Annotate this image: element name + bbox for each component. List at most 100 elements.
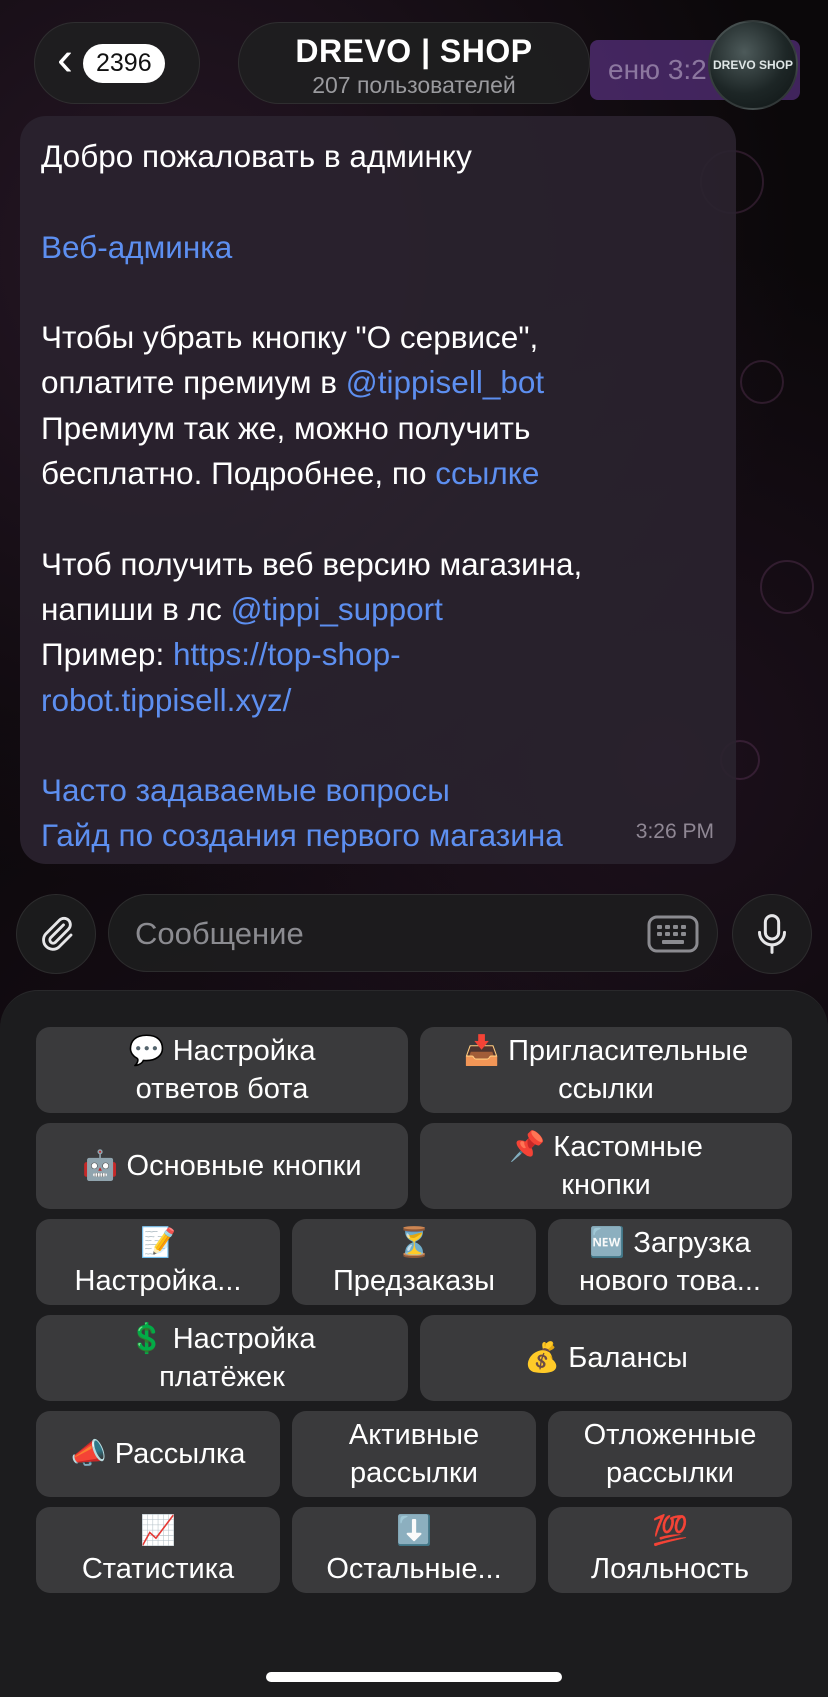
attach-button[interactable]: [16, 894, 96, 974]
kb-other-button[interactable]: ⬇️ Остальные...: [292, 1507, 536, 1593]
message-line: [41, 723, 716, 768]
keyboard-button-label: 🆕 Загрузка нового това...: [579, 1224, 761, 1300]
message-link[interactable]: @tippi_support: [231, 591, 443, 627]
keyboard-button-label: 🤖 Основные кнопки: [82, 1147, 361, 1185]
keyboard-button-text: Предзаказы: [332, 1265, 496, 1297]
message-link[interactable]: Гайд по создания первого магазина: [41, 817, 563, 853]
keyboard-row: 🤖 Основные кнопки 📌 Кастомные кнопки: [36, 1123, 792, 1209]
keyboard-button-label: 📣 Рассылка: [71, 1435, 246, 1473]
keyboard-row: 📣 Рассылка Активные рассылки Отложенные расс…: [36, 1411, 792, 1497]
kb-balances-button[interactable]: 💰 Балансы: [420, 1315, 792, 1401]
message-text-segment: оплатите премиум в: [41, 364, 346, 401]
message-bubble: Добро пожаловать в админку Веб-админка Что…: [20, 116, 736, 864]
home-indicator[interactable]: [266, 1672, 562, 1682]
keyboard-row: 📝 Настройка... ⏳ Предзаказы 🆕 Загрузка нового…: [36, 1219, 792, 1305]
chat-avatar[interactable]: DREVO SHOP: [708, 20, 798, 110]
message-text-segment: Добро пожаловать в админку: [41, 138, 472, 174]
kb-active-mailings-button[interactable]: Активные рассылки: [292, 1411, 536, 1497]
message-text-segment: Чтоб получить веб версию магазина,: [41, 545, 583, 582]
keyboard-row: 💬 Настройка ответов бота 📥 Пригласительные…: [36, 1027, 792, 1113]
keyboard-row: 📈 Статистика ⬇️ Остальные... 💯 Лояльность: [36, 1507, 792, 1593]
keyboard-button-text: 📣 Рассылка: [70, 1438, 246, 1470]
keyboard-button-text: 💲 Настройка: [128, 1323, 316, 1355]
unread-count-badge: 2396: [82, 43, 165, 83]
microphone-icon: [758, 914, 786, 954]
message-line: Пример: https://top-shop-: [41, 632, 716, 677]
kb-main-buttons-button[interactable]: 🤖 Основные кнопки: [36, 1123, 408, 1209]
kb-loyalty-button[interactable]: 💯 Лояльность: [548, 1507, 792, 1593]
kb-statistics-button[interactable]: 📈 Статистика: [36, 1507, 280, 1593]
kb-settings-button[interactable]: 📝 Настройка...: [36, 1219, 280, 1305]
message-link[interactable]: Часто задаваемые вопросы: [41, 772, 450, 808]
message-link[interactable]: @tippisell_bot: [346, 364, 544, 400]
message-line: Чтобы убрать кнопку "О сервисе",: [41, 315, 716, 360]
message-link[interactable]: https://top-shop-: [173, 636, 401, 672]
keyboard-row: 💲 Настройка платёжек 💰 Балансы: [36, 1315, 792, 1401]
keyboard-button-text: Отложенные: [583, 1419, 757, 1451]
keyboard-button-label: 💬 Настройка ответов бота: [129, 1032, 316, 1108]
keyboard-button-text: кнопки: [561, 1169, 651, 1201]
kb-upload-product-button[interactable]: 🆕 Загрузка нового това...: [548, 1219, 792, 1305]
message-line: [41, 270, 716, 315]
message-text-segment: Премиум так же, можно получить: [41, 409, 531, 446]
message-link[interactable]: robot.tippisell.xyz/: [41, 682, 291, 718]
keyboard-button-label: 📝 Настройка...: [75, 1224, 242, 1300]
message-line: Премиум так же, можно получить: [41, 406, 716, 451]
message-input[interactable]: [133, 895, 617, 973]
keyboard-button-text: 💰 Балансы: [524, 1342, 688, 1374]
keyboard-button-text: ⬇️: [395, 1515, 433, 1547]
wallpaper-doodle: [760, 560, 814, 614]
message-text: Добро пожаловать в админку Веб-админка Что…: [41, 134, 716, 859]
keyboard-button-text: рассылки: [606, 1457, 734, 1489]
message-line: Чтоб получить веб версию магазина,: [41, 542, 716, 587]
message-line: напиши в лс @tippi_support: [41, 587, 716, 632]
keyboard-button-text: рассылки: [350, 1457, 478, 1489]
message-text-segment: Чтобы убрать кнопку "О сервисе",: [41, 319, 539, 356]
kb-mailing-button[interactable]: 📣 Рассылка: [36, 1411, 280, 1497]
kb-scheduled-mailings-button[interactable]: Отложенные рассылки: [548, 1411, 792, 1497]
keyboard-button-label: Отложенные рассылки: [584, 1416, 757, 1492]
back-button[interactable]: ‹ 2396: [34, 22, 200, 104]
message-text-segment: напиши в лс: [41, 590, 231, 627]
chevron-left-icon: ‹: [57, 33, 73, 86]
kb-invite-links-button[interactable]: 📥 Пригласительные ссылки: [420, 1027, 792, 1113]
keyboard-button-text: 📌 Кастомные: [509, 1131, 703, 1163]
bot-reply-keyboard: 💬 Настройка ответов бота 📥 Пригласительные…: [0, 990, 828, 1697]
keyboard-button-text: 💯: [651, 1515, 689, 1547]
avatar-logo-text: DREVO SHOP: [712, 58, 793, 72]
keyboard-button-text: 📝: [139, 1227, 177, 1259]
message-line: [41, 179, 716, 224]
keyboard-button-text: 🤖 Основные кнопки: [82, 1150, 362, 1182]
message-line: robot.tippisell.xyz/: [41, 678, 716, 723]
chat-title: DREVO | SHOP: [295, 33, 533, 69]
kb-custom-buttons-button[interactable]: 📌 Кастомные кнопки: [420, 1123, 792, 1209]
message-input-container: [108, 894, 718, 973]
keyboard-button-text: Активные: [348, 1419, 480, 1451]
message-link[interactable]: ссылке: [435, 455, 539, 491]
kb-preorders-button[interactable]: ⏳ Предзаказы: [292, 1219, 536, 1305]
keyboard-button-text: 📈: [139, 1515, 177, 1547]
voice-record-button[interactable]: [732, 894, 812, 974]
kb-payments-settings-button[interactable]: 💲 Настройка платёжек: [36, 1315, 408, 1401]
message-line: бесплатно. Подробнее, по ссылке: [41, 451, 716, 496]
message-text-segment: бесплатно. Подробнее, по: [41, 455, 436, 492]
keyboard-button-label: 💯 Лояльность: [591, 1512, 749, 1588]
kb-bot-replies-settings-button[interactable]: 💬 Настройка ответов бота: [36, 1027, 408, 1113]
keyboard-button-label: ⏳ Предзаказы: [333, 1224, 495, 1300]
message-line: Гайд по создания первого магазина: [41, 813, 716, 858]
keyboard-button-label: 📥 Пригласительные ссылки: [464, 1032, 748, 1108]
message-text-segment: Пример:: [41, 636, 173, 673]
chat-member-count: 207 пользователей: [312, 72, 516, 98]
keyboard-button-text: ⏳: [395, 1227, 433, 1259]
keyboard-button-text: Настройка...: [74, 1265, 242, 1297]
keyboard-button-text: 🆕 Загрузка: [589, 1227, 751, 1259]
chat-title-header[interactable]: DREVO | SHOP 207 пользователей: [238, 22, 590, 104]
keyboard-button-text: ответов бота: [135, 1073, 309, 1105]
keyboard-button-label: 📈 Статистика: [82, 1512, 234, 1588]
keyboard-toggle-icon[interactable]: [647, 915, 699, 953]
keyboard-button-label: ⬇️ Остальные...: [326, 1512, 501, 1588]
message-link[interactable]: Веб-админка: [41, 229, 232, 265]
message-line: оплатите премиум в @tippisell_bot: [41, 360, 716, 405]
keyboard-button-text: 📥 Пригласительные: [463, 1035, 749, 1067]
message-time: 3:26 PM: [635, 819, 714, 843]
